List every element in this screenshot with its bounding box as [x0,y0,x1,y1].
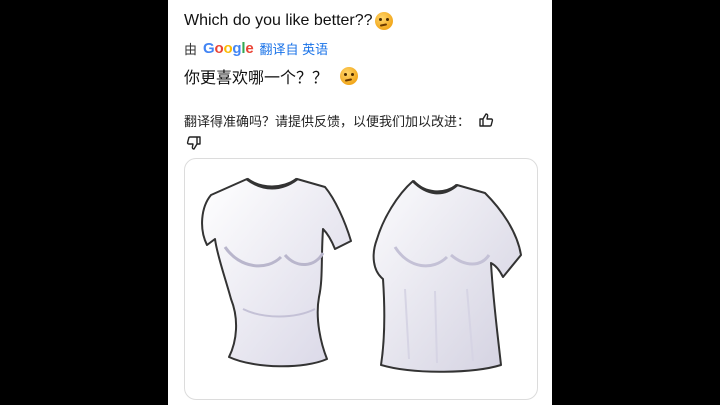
feedback-prompt: 翻译得准确吗？请提供反馈，以便我们加以改进： [184,113,471,129]
translated-text: 你更喜欢哪一个？？ [184,64,359,88]
translation-attribution: 由 Google 翻译自 英语 [184,39,328,58]
post-text: Which do you like better?? [184,12,393,30]
translated-by-label: 由 [184,42,198,57]
loose-tshirt-illustration [372,179,522,373]
translated-text-label: 你更喜欢哪一个？？ [184,70,329,87]
google-logo: Google [203,40,254,57]
fitted-tshirt-illustration [201,177,352,368]
attached-image[interactable] [184,158,538,400]
translated-from-link[interactable]: 翻译自 英语 [260,39,329,58]
translation-feedback: 翻译得准确吗？请提供反馈，以便我们加以改进： [184,112,534,156]
thumbs-up-icon[interactable] [478,112,494,133]
post-panel: Which do you like better?? 由 Google 翻译自 … [168,0,552,405]
thinking-face-icon [340,67,359,85]
thinking-face-icon [374,12,393,30]
post-text-label: Which do you like better?? [184,12,373,29]
thumbs-down-icon[interactable] [186,135,534,156]
tshirt-illustration [201,177,522,373]
